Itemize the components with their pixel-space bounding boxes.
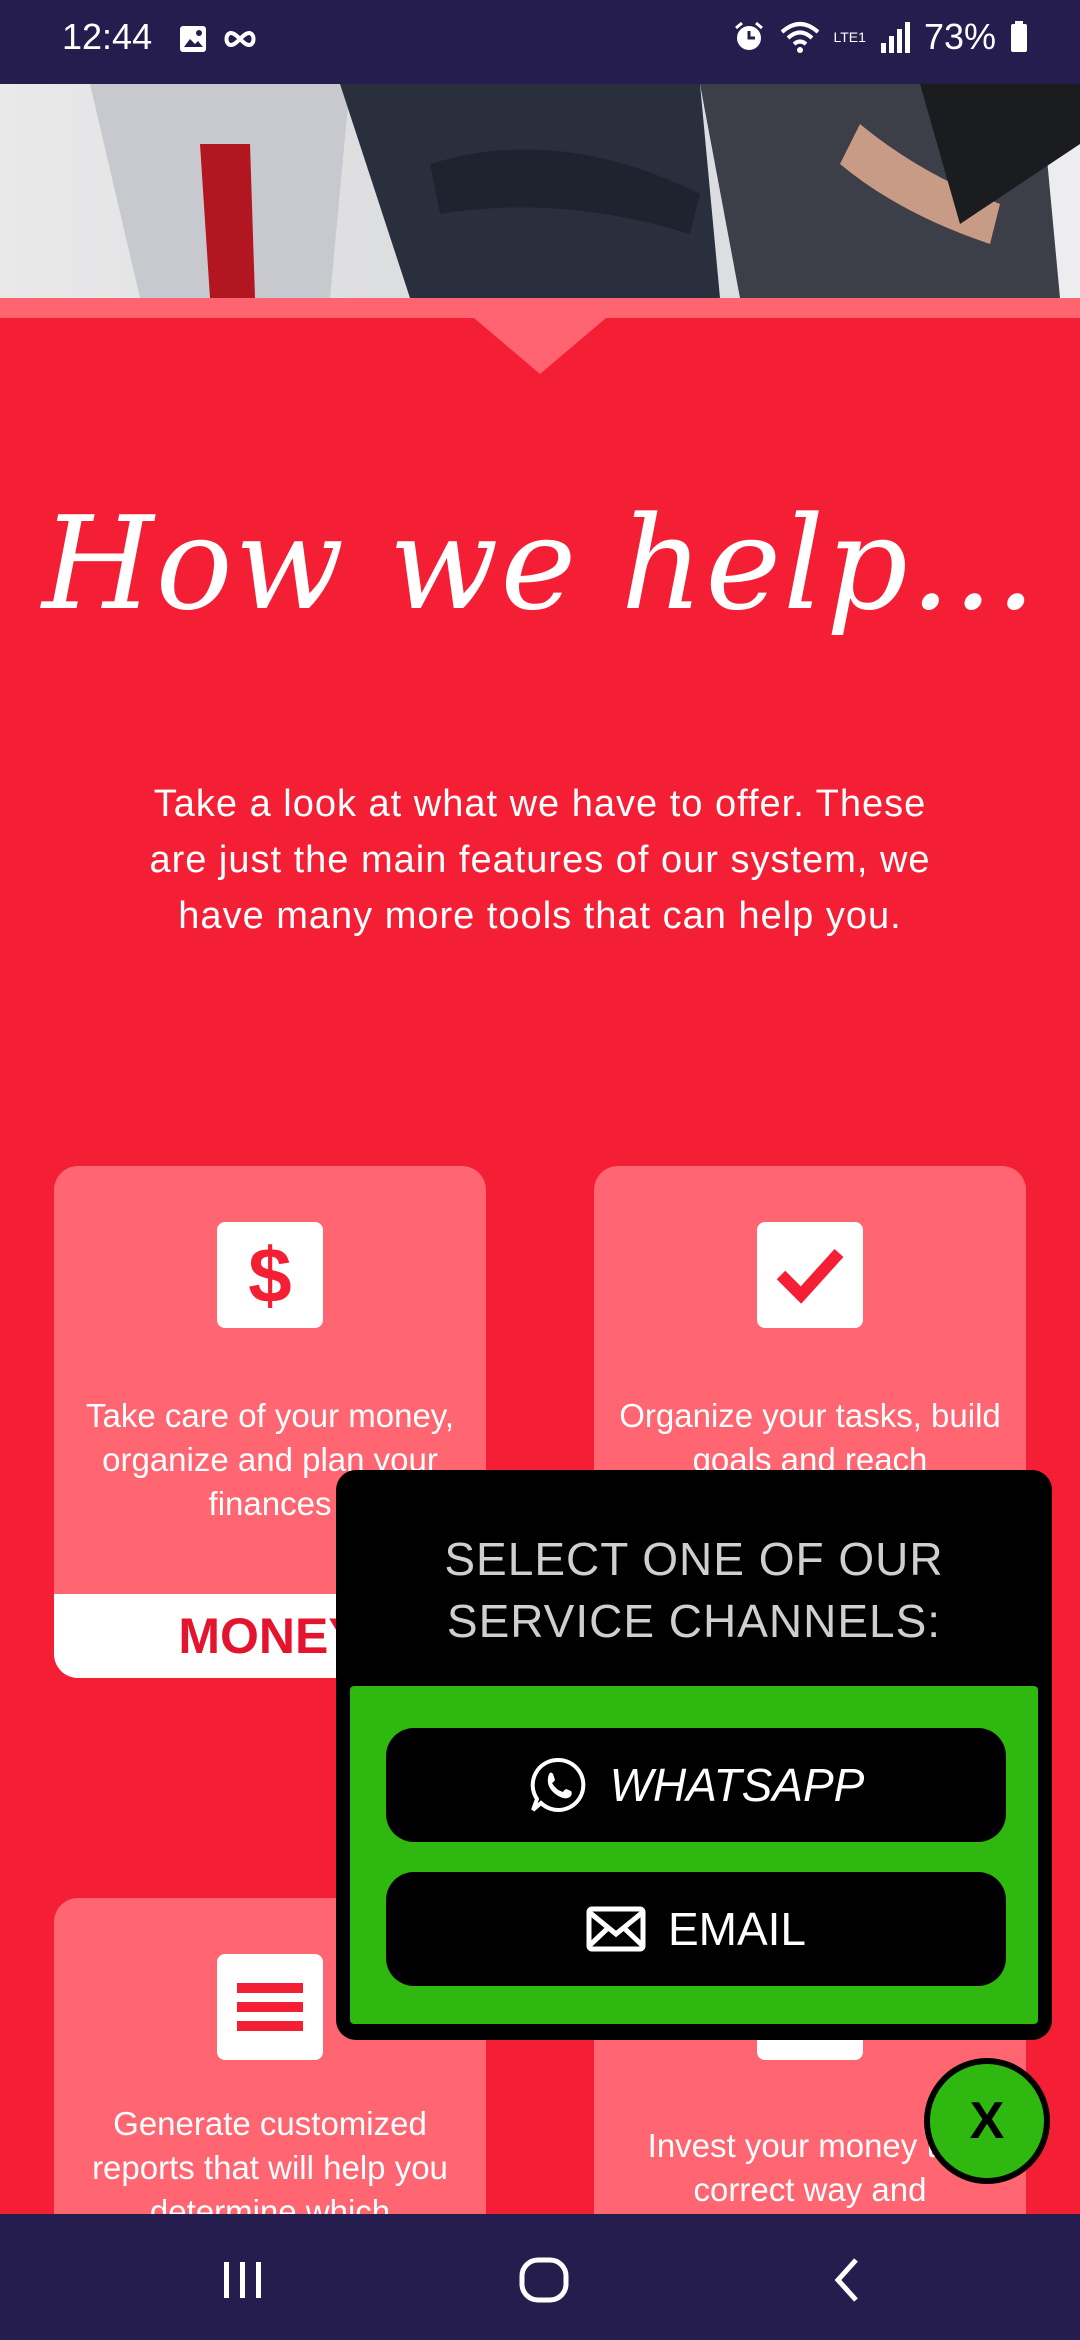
list-icon [217,1954,323,2060]
envelope-icon [586,1906,646,1952]
image-icon [180,26,206,52]
close-dialog-button[interactable]: X [924,2058,1050,2184]
dialog-body: WHATSAPP EMAIL [350,1686,1038,2024]
signal-icon [880,22,910,53]
hero-image [0,84,1080,298]
alarm-icon [734,21,763,50]
check-icon [757,1222,863,1328]
home-icon [519,2257,569,2303]
home-button[interactable] [514,2250,574,2310]
network-label: LTE1 [833,29,866,45]
back-button[interactable] [818,2250,878,2310]
status-icons-left [178,24,258,54]
back-icon [834,2258,858,2302]
status-icons-right: LTE1 73% [732,16,1029,58]
section-intro: Take a look at what we have to offer. Th… [149,783,931,937]
dollar-icon: $ [217,1222,323,1328]
hero-divider [0,298,1080,318]
email-label: EMAIL [667,1903,807,1955]
recent-apps-button[interactable] [213,2250,273,2310]
dialog-title: SELECT ONE OF OUR SERVICE CHANNELS: [444,1533,944,1647]
section-heading: How we help... [41,490,1039,639]
whatsapp-button[interactable]: WHATSAPP [386,1728,1006,1842]
whatsapp-label: WHATSAPP [609,1759,865,1811]
wifi-icon [780,22,819,53]
email-button[interactable]: EMAIL [386,1872,1006,1986]
card-description: Organize your tasks, build goals and rea… [619,1397,1001,1478]
whatsapp-icon [530,1757,585,1812]
recent-apps-icon [224,2262,261,2298]
status-time: 12:44 [62,16,153,57]
infinity-icon [224,30,256,48]
battery-icon [1011,21,1027,52]
business-people-photo [90,84,1080,298]
status-bar: 12:44 LTE1 73% [0,0,1080,84]
service-channels-dialog: SELECT ONE OF OUR SERVICE CHANNELS: WHAT… [336,1470,1052,2040]
battery-percent: 73% [923,16,996,57]
hero-arrow [474,318,606,374]
card-description: Generate customized reports that will he… [92,2105,448,2214]
system-nav-bar [0,2214,1080,2340]
